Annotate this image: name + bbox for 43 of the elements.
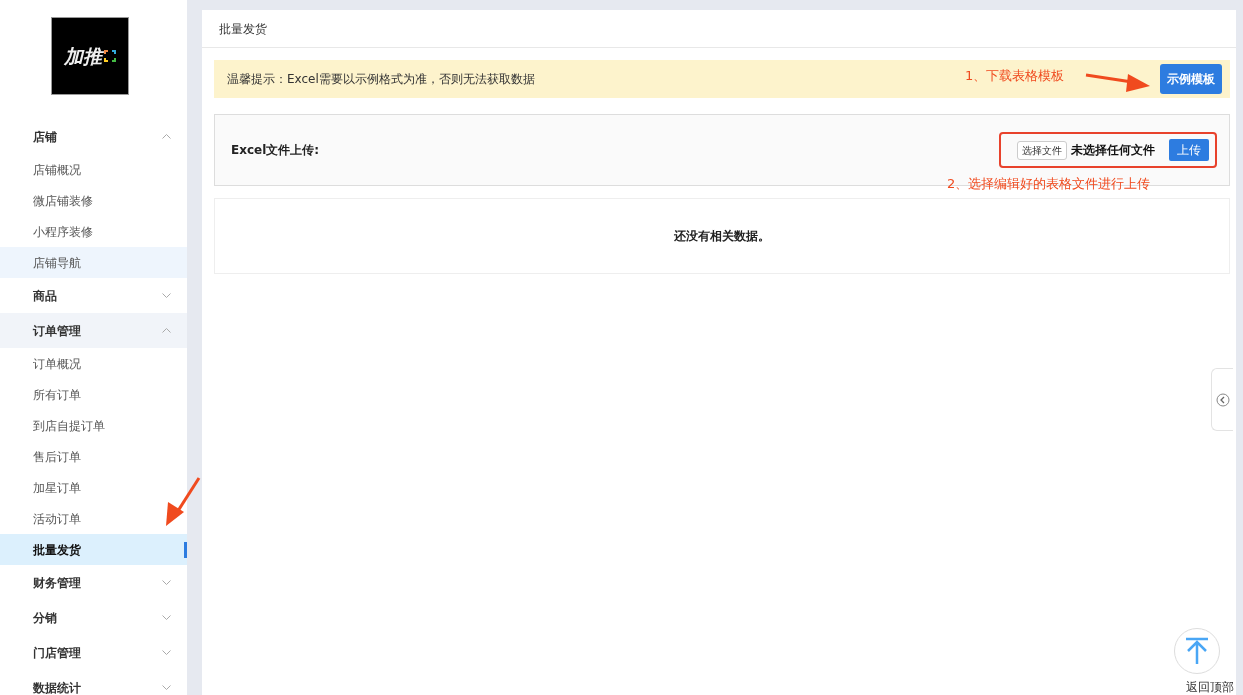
menu-item[interactable]: 售后订单 — [0, 441, 187, 472]
chevron-down-icon — [162, 580, 171, 585]
chevron-up-icon — [162, 134, 171, 139]
template-button[interactable]: 示例模板 — [1160, 64, 1222, 94]
notice-text: 温馨提示：Excel需要以示例格式为准，否则无法获取数据 — [227, 71, 535, 88]
menu-item[interactable]: 活动订单 — [0, 503, 187, 534]
choose-file-button[interactable]: 选择文件 — [1017, 140, 1067, 160]
page-title: 批量发货 — [219, 20, 267, 38]
chevron-left-icon — [1215, 392, 1230, 407]
menu-group[interactable]: 财务管理 — [0, 565, 187, 600]
chevron-up-icon — [162, 328, 171, 333]
menu-item[interactable]: 店铺概况 — [0, 154, 187, 185]
chevron-down-icon — [162, 615, 171, 620]
menu-group[interactable]: 门店管理 — [0, 635, 187, 670]
file-status: 未选择任何文件 — [1071, 142, 1155, 159]
menu-item[interactable]: 批量发货 — [0, 534, 187, 565]
chevron-down-icon — [162, 685, 171, 690]
chevron-down-icon — [162, 650, 171, 655]
menu-item[interactable]: 小程序装修 — [0, 216, 187, 247]
menu-item[interactable]: 所有订单 — [0, 379, 187, 410]
menu-group[interactable]: 数据统计 — [0, 670, 187, 695]
upload-button[interactable]: 上传 — [1169, 139, 1209, 161]
menu-item[interactable]: 加星订单 — [0, 472, 187, 503]
menu-group[interactable]: 分销 — [0, 600, 187, 635]
back-to-top-label: 返回顶部 — [1186, 679, 1234, 695]
annotation-arrow — [1084, 72, 1152, 94]
back-to-top-button[interactable] — [1174, 628, 1220, 674]
logo-mark-icon — [104, 50, 116, 62]
menu-group[interactable]: 店铺 — [0, 119, 187, 154]
annotation-text: 1、下载表格模板 — [965, 67, 1065, 85]
empty-message: 还没有相关数据。 — [674, 228, 770, 245]
menu-item[interactable]: 店铺导航 — [0, 247, 187, 278]
collapse-tab[interactable] — [1211, 368, 1233, 431]
annotation-text: 2、选择编辑好的表格文件进行上传 — [947, 175, 1151, 193]
menu-item[interactable]: 订单概况 — [0, 348, 187, 379]
chevron-down-icon — [162, 293, 171, 298]
menu-group[interactable]: 商品 — [0, 278, 187, 313]
menu-item[interactable]: 微店铺装修 — [0, 185, 187, 216]
upload-label: Excel文件上传: — [231, 142, 320, 159]
logo-text: 加推 — [64, 43, 102, 69]
menu-group[interactable]: 订单管理 — [0, 313, 187, 348]
arrow-up-icon — [1184, 637, 1210, 665]
menu-item[interactable]: 到店自提订单 — [0, 410, 187, 441]
